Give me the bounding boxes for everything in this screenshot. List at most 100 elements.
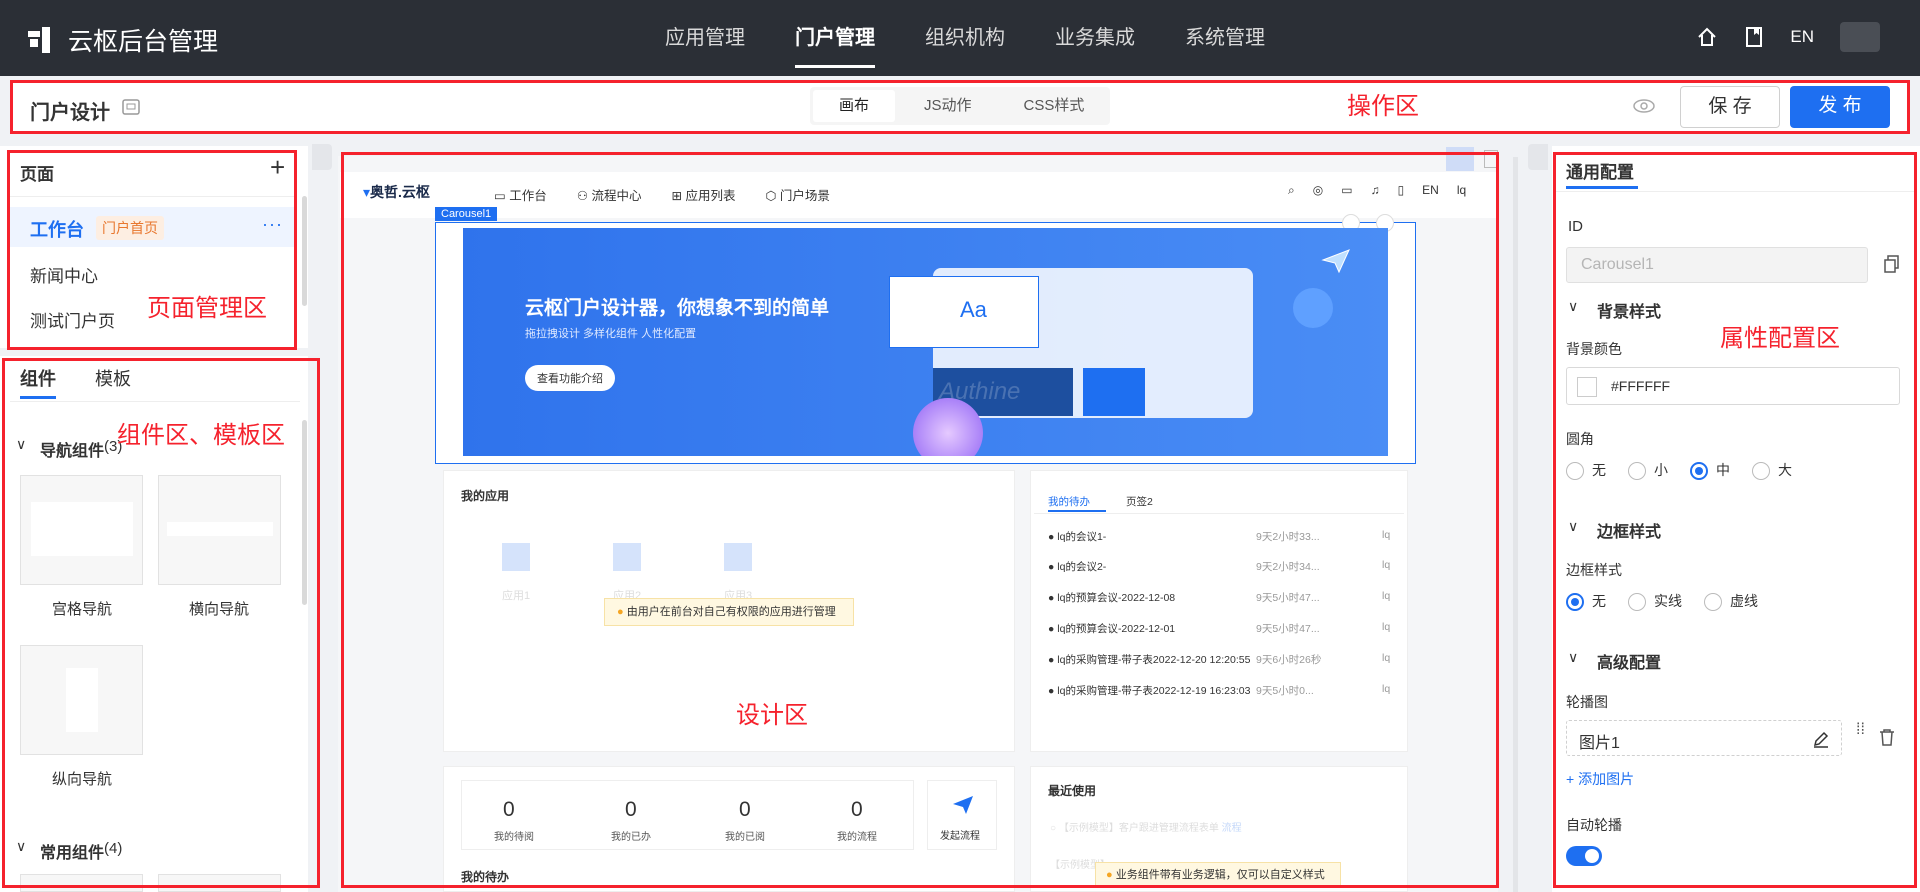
radius-option-large[interactable]: 大	[1752, 460, 1792, 481]
monitor-icon[interactable]: ▭	[1341, 183, 1352, 198]
app-icon[interactable]	[613, 543, 641, 571]
stat-label[interactable]: 我的已办	[611, 828, 651, 843]
chevron-down-icon[interactable]: ∨	[16, 436, 26, 453]
start-flow-button[interactable]: 发起流程	[927, 780, 997, 850]
page-item-test[interactable]: 测试门户页	[30, 307, 115, 332]
carousel-item[interactable]: 图片1	[1566, 720, 1842, 756]
section-bg-style[interactable]: 背景样式	[1597, 298, 1661, 322]
todo-row[interactable]: ● lq的采购管理-带子表2022-12-19 16:23:03 9天5小时0..…	[1048, 683, 1390, 698]
tab-templates[interactable]: 模板	[95, 365, 131, 391]
border-option-dashed[interactable]: 虚线	[1704, 591, 1758, 612]
tab-active-indicator	[1566, 186, 1638, 189]
chevron-down-icon[interactable]: ∨	[1568, 298, 1578, 315]
top-nav-item-portal[interactable]: 门户管理	[770, 0, 900, 76]
canvas-nav-item[interactable]: ▭ 工作台	[494, 185, 547, 204]
canvas-nav-item[interactable]: ⚇ 流程中心	[577, 185, 642, 204]
book-icon[interactable]: ▯	[1398, 183, 1405, 198]
top-nav-item-apps[interactable]: 应用管理	[640, 0, 770, 76]
top-nav-item-org[interactable]: 组织机构	[900, 0, 1030, 76]
tab-general-config[interactable]: 通用配置	[1566, 158, 1634, 183]
todo-row[interactable]: ● lq的会议2- 9天2小时34... lq	[1048, 559, 1390, 574]
canvas-nav-label: 流程中心	[591, 189, 642, 203]
fit-screen-icon[interactable]	[1446, 147, 1474, 171]
banner-title: 云枢门户设计器，你想象不到的简单	[525, 298, 830, 319]
more-icon[interactable]: ···	[262, 214, 283, 235]
stat-label[interactable]: 我的流程	[837, 828, 877, 843]
tab-css-styles[interactable]: CSS样式	[998, 87, 1111, 125]
edit-icon[interactable]	[1812, 730, 1830, 748]
recent-item-label: 【示例模型】客户跟进管理流程表单	[1058, 823, 1219, 834]
border-option-solid[interactable]: 实线	[1628, 591, 1682, 612]
pages-scrollbar[interactable]	[302, 196, 307, 306]
app-icon[interactable]	[502, 543, 530, 571]
book-icon[interactable]	[1744, 26, 1764, 48]
language-switch[interactable]: EN	[1790, 27, 1814, 47]
pages-header: 页面	[20, 165, 54, 184]
banner-button[interactable]: 查看功能介绍	[525, 365, 615, 391]
tab-js-actions[interactable]: JS动作	[898, 87, 998, 125]
group-title-common: 常用组件	[40, 845, 105, 862]
chevron-down-icon[interactable]: ∨	[1568, 518, 1578, 535]
todo-row[interactable]: ● lq的采购管理-带子表2022-12-20 12:20:55 9天6小时26秒…	[1048, 652, 1390, 667]
page-item-news[interactable]: 新闻中心	[30, 262, 98, 287]
radius-option-small[interactable]: 小	[1628, 460, 1668, 481]
stat-label[interactable]: 我的待阅	[494, 828, 534, 843]
collapse-left-handle[interactable]	[312, 144, 332, 170]
radius-option-none[interactable]: 无	[1566, 460, 1606, 481]
save-button[interactable]: 保 存	[1680, 86, 1780, 128]
canvas-lang[interactable]: EN	[1422, 183, 1439, 198]
banner[interactable]: 云枢门户设计器，你想象不到的简单 拖拉拽设计 多样化组件 人性化配置 查看功能介…	[463, 228, 1388, 456]
id-input[interactable]: Carousel1	[1566, 247, 1868, 283]
component-horizontal-nav[interactable]	[158, 475, 281, 585]
top-nav-item-integration[interactable]: 业务集成	[1030, 0, 1160, 76]
layout-icon[interactable]	[1484, 150, 1498, 168]
canvas-nav-item[interactable]: ⊞ 应用列表	[672, 185, 736, 204]
component-vertical-nav[interactable]	[20, 645, 143, 755]
palette-icon[interactable]: ◎	[1313, 183, 1323, 198]
publish-button[interactable]: 发 布	[1790, 86, 1890, 128]
component-thumb[interactable]	[20, 874, 143, 892]
section-advanced[interactable]: 高级配置	[1597, 649, 1661, 673]
chevron-down-icon[interactable]: ∨	[1568, 649, 1578, 666]
recent-item[interactable]: ○ 【示例模型】客户跟进管理流程表单 流程	[1050, 819, 1242, 834]
todo-row[interactable]: ● lq的预算会议-2022-12-08 9天5小时47... lq	[1048, 590, 1390, 605]
canvas-header-icons: ⌕ ◎ ▭ ♫ ▯ EN lq	[1288, 183, 1466, 198]
component-thumb[interactable]	[158, 874, 281, 892]
search-icon[interactable]: ⌕	[1288, 183, 1295, 198]
preview-small-icon[interactable]	[122, 98, 140, 116]
page-title: 门户设计	[30, 102, 110, 124]
todo-row[interactable]: ● lq的预算会议-2022-12-01 9天5小时47... lq	[1048, 621, 1390, 636]
bell-icon[interactable]: ♫	[1371, 183, 1380, 198]
canvas-user[interactable]: lq	[1457, 183, 1466, 198]
top-nav-item-system[interactable]: 系统管理	[1160, 0, 1290, 76]
tab-page2[interactable]: 页签2	[1126, 494, 1153, 509]
tab-my-todo[interactable]: 我的待办	[1048, 494, 1090, 509]
collapse-right-handle[interactable]	[1528, 144, 1548, 170]
border-option-none[interactable]: 无	[1566, 591, 1606, 612]
home-icon[interactable]	[1696, 26, 1718, 48]
canvas-nav-item[interactable]: ⬡ 门户场景	[765, 185, 829, 204]
component-grid-nav[interactable]	[20, 475, 143, 585]
radius-option-medium[interactable]: 中	[1690, 460, 1730, 481]
drag-handle-icon[interactable]: ⁞⁞	[1856, 722, 1865, 738]
tab-canvas[interactable]: 画布	[813, 90, 896, 122]
tab-components[interactable]: 组件	[20, 365, 56, 391]
todo-row[interactable]: ● lq的会议1- 9天2小时33... lq	[1048, 529, 1390, 544]
color-swatch[interactable]	[1577, 377, 1597, 397]
trash-icon[interactable]	[1879, 728, 1895, 746]
stat-label[interactable]: 我的已阅	[725, 828, 765, 843]
autoplay-toggle[interactable]	[1566, 846, 1602, 866]
todo-title: lq的会议2-	[1057, 561, 1107, 573]
app-icon[interactable]	[724, 543, 752, 571]
add-image-link[interactable]: + 添加图片	[1566, 769, 1634, 789]
canvas-scrollbar[interactable]	[1513, 157, 1518, 892]
bg-color-field[interactable]: #FFFFFF	[1566, 367, 1900, 405]
copy-icon[interactable]	[1884, 255, 1900, 273]
components-scrollbar[interactable]	[302, 420, 307, 605]
app-logo[interactable]: 云枢后台管理	[28, 22, 218, 58]
section-border-style[interactable]: 边框样式	[1597, 518, 1661, 542]
chevron-down-icon[interactable]: ∨	[16, 838, 26, 855]
eye-icon[interactable]	[1633, 98, 1655, 114]
add-page-icon[interactable]: +	[270, 152, 285, 183]
avatar[interactable]	[1840, 22, 1880, 52]
